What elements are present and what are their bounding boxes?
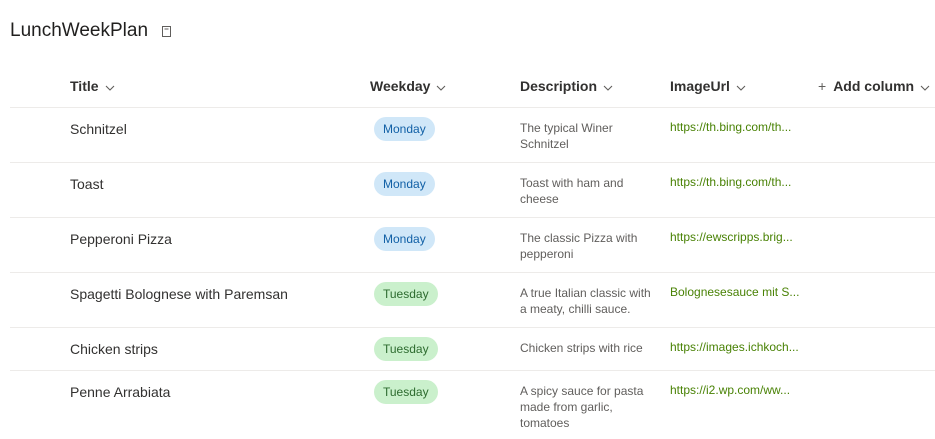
imageurl-link[interactable]: https://ewscripps.brig... [670,230,805,244]
add-column-label: Add column [833,78,915,94]
table-row[interactable]: Penne Arrabiata Tuesday A spicy sauce fo… [10,370,935,438]
description-cell: The classic Pizza with pepperoni [520,231,638,261]
description-cell: The typical Winer Schnitzel [520,121,613,151]
weekday-badge: Tuesday [374,380,438,404]
row-title[interactable]: Schnitzel [70,121,127,137]
page-header: LunchWeekPlan [10,18,172,44]
chevron-down-icon [736,78,746,94]
imageurl-link[interactable]: https://th.bing.com/th... [670,175,805,189]
weekday-badge: Tuesday [374,282,438,306]
page-title: LunchWeekPlan [10,20,149,41]
imageurl-link[interactable]: Bolognesesauce mit S... [670,285,805,299]
weekday-badge: Monday [374,117,435,141]
column-header-title-label: Title [70,78,99,94]
chevron-down-icon [603,78,613,94]
row-title[interactable]: Toast [70,176,103,192]
description-cell: Toast with ham and cheese [520,176,624,206]
add-column-button[interactable]: + Add column [818,72,930,100]
table-row[interactable]: Schnitzel Monday The typical Winer Schni… [10,107,935,163]
weekday-cell: Monday [374,227,435,251]
row-title[interactable]: Chicken strips [70,341,158,357]
imageurl-link[interactable]: https://i2.wp.com/ww... [670,383,805,397]
table-row[interactable]: Pepperoni Pizza Monday The classic Pizza… [10,217,935,273]
weekday-badge: Monday [374,172,435,196]
column-header-imageurl-label: ImageUrl [670,78,730,94]
weekday-cell: Tuesday [374,380,438,404]
weekday-cell: Monday [374,117,435,141]
chevron-down-icon [920,78,930,94]
chevron-down-icon [105,78,115,94]
weekday-cell: Monday [374,172,435,196]
imageurl-link[interactable]: https://th.bing.com/th... [670,120,805,134]
chevron-down-icon [436,78,446,94]
weekday-badge: Monday [374,227,435,251]
column-header-imageurl[interactable]: ImageUrl [670,72,746,100]
row-title[interactable]: Pepperoni Pizza [70,231,172,247]
column-header-weekday-label: Weekday [370,78,431,94]
row-title[interactable]: Spagetti Bolognese with Paremsan [70,286,288,302]
plus-icon: + [818,78,827,94]
column-header-description[interactable]: Description [520,72,613,100]
table-row[interactable]: Spagetti Bolognese with Paremsan Tuesday… [10,272,935,328]
description-cell: Chicken strips with rice [520,341,643,355]
column-header-title[interactable]: Title [70,72,115,100]
column-header-description-label: Description [520,78,598,94]
table-row[interactable]: Chicken strips Tuesday Chicken strips wi… [10,327,935,371]
column-header-weekday[interactable]: Weekday [370,72,446,100]
weekday-cell: Tuesday [374,282,438,306]
row-title[interactable]: Penne Arrabiata [70,384,170,400]
weekday-badge: Tuesday [374,337,438,361]
imageurl-link[interactable]: https://images.ichkoch... [670,340,805,354]
table-row[interactable]: Toast Monday Toast with ham and cheese h… [10,162,935,218]
weekday-cell: Tuesday [374,337,438,361]
column-header-row: Title Weekday Description ImageUrl + Add… [10,72,935,108]
description-cell: A spicy sauce for pasta made from garlic… [520,384,644,430]
description-cell: A true Italian classic with a meaty, chi… [520,286,651,316]
info-icon[interactable] [162,25,172,37]
